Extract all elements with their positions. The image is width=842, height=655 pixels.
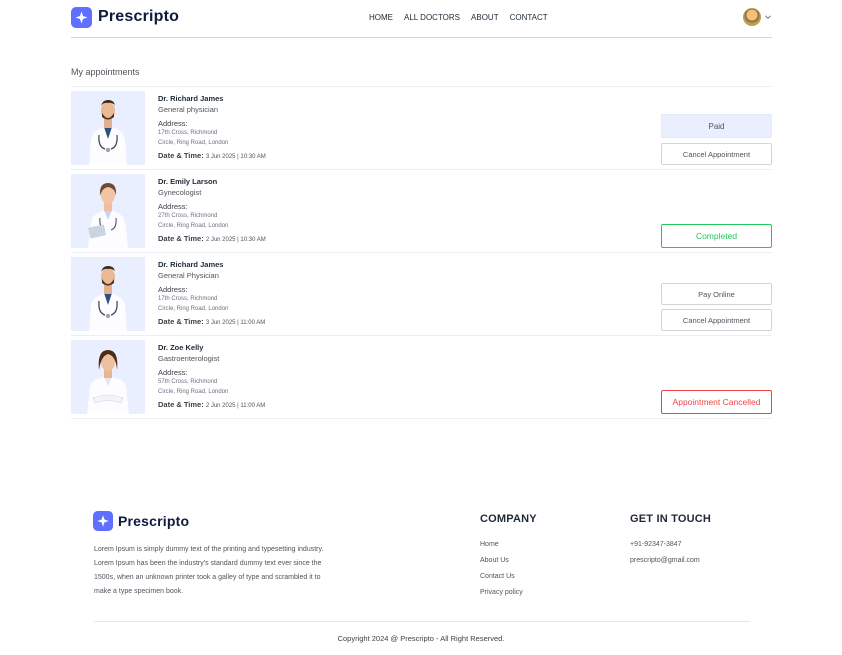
appointment-card: Dr. Richard James General physician Addr… [71, 87, 772, 170]
address-label: Address: [158, 119, 188, 128]
address-label: Address: [158, 202, 188, 211]
profile-menu[interactable] [743, 8, 772, 26]
date-time-value: 3 Jun 2025 | 10:30 AM [205, 154, 266, 160]
doctor-name: Dr. Richard James [158, 260, 224, 269]
nav-links: HOME ALL DOCTORS ABOUT CONTACT [369, 13, 548, 22]
footer-link-privacy[interactable]: Privacy policy [480, 585, 523, 601]
footer-phone: +91-92347-3847 [630, 541, 682, 548]
brand-logo[interactable]: Prescripto [71, 6, 179, 28]
footer-divider [94, 621, 750, 622]
brand-name: Prescripto [98, 8, 180, 25]
appointment-info: Dr. Richard James General Physician Addr… [158, 260, 358, 328]
footer-description: Lorem Ipsum is simply dummy text of the … [94, 546, 324, 595]
address-line: 17th Cross, Richmond [158, 296, 218, 302]
date-time: Date & Time: 2 Jun 2025 | 11:00 AM [158, 400, 358, 411]
date-time-label: Date & Time: [158, 234, 204, 243]
date-time-label: Date & Time: [158, 317, 204, 326]
date-time-label: Date & Time: [158, 400, 204, 409]
address-line: 27th Cross, Richmond [158, 213, 218, 219]
doctor-speciality: General Physician [158, 271, 219, 280]
doctor-speciality: General physician [158, 105, 219, 114]
footer-company-heading: COMPANY [480, 513, 537, 525]
footer-contact-heading: GET IN TOUCH [630, 513, 712, 525]
appointment-info: Dr. Zoe Kelly Gastroenterologist Address… [158, 343, 358, 411]
nav-contact[interactable]: CONTACT [510, 13, 548, 22]
nav-about[interactable]: ABOUT [471, 13, 499, 22]
address-line: Circle, Ring Road, London [158, 139, 229, 146]
page-title: My appointments [71, 67, 140, 77]
footer-logo[interactable]: Prescripto [93, 510, 189, 531]
footer-link-contact[interactable]: Contact Us [480, 569, 523, 585]
address-line: 57th Cross, Richmond [158, 379, 218, 385]
doctor-photo [71, 174, 145, 248]
copyright: Copyright 2024 @ Prescripto - All Right … [337, 634, 505, 643]
nav-home[interactable]: HOME [369, 13, 393, 22]
logo-icon [93, 510, 114, 531]
pay-online-button[interactable]: Pay Online [661, 283, 772, 305]
doctor-speciality: Gynecologist [158, 188, 202, 197]
footer-link-home[interactable]: Home [480, 537, 523, 553]
doctor-name: Dr. Richard James [158, 94, 224, 103]
doctor-photo [71, 257, 145, 331]
cancel-appointment-button[interactable]: Cancel Appointment [661, 143, 772, 165]
logo-icon [71, 7, 92, 28]
footer-company-links: Home About Us Contact Us Privacy policy [480, 537, 523, 601]
date-time: Date & Time: 3 Jun 2025 | 10:30 AM [158, 151, 358, 162]
address-label: Address: [158, 285, 188, 294]
navbar: Prescripto HOME ALL DOCTORS ABOUT CONTAC… [71, 5, 772, 38]
nav-all-doctors[interactable]: ALL DOCTORS [404, 13, 460, 22]
doctor-speciality: Gastroenterologist [158, 354, 220, 363]
doctor-photo [71, 340, 145, 414]
date-time-value: 3 Jun 2025 | 11:00 AM [205, 320, 266, 326]
chevron-down-icon[interactable] [764, 13, 772, 21]
cancel-appointment-button[interactable]: Cancel Appointment [661, 309, 772, 331]
footer-email[interactable]: prescripto@gmail.com [630, 553, 700, 569]
appointment-card: Dr. Zoe Kelly Gastroenterologist Address… [71, 336, 772, 419]
date-time-value: 2 Jun 2025 | 11:00 AM [205, 403, 266, 409]
date-time-value: 2 Jun 2025 | 10:30 AM [205, 237, 266, 243]
date-time: Date & Time: 3 Jun 2025 | 11:00 AM [158, 317, 358, 328]
doctor-photo [71, 91, 145, 165]
footer-link-about[interactable]: About Us [480, 553, 523, 569]
completed-status-button[interactable]: Completed [661, 224, 772, 248]
appointment-info: Dr. Richard James General physician Addr… [158, 94, 358, 162]
appointment-card: Dr. Richard James General Physician Addr… [71, 253, 772, 336]
date-time-label: Date & Time: [158, 151, 204, 160]
address-line: Circle, Ring Road, London [158, 388, 229, 395]
address-line: Circle, Ring Road, London [158, 305, 229, 312]
doctor-name: Dr. Emily Larson [158, 177, 218, 186]
date-time: Date & Time: 2 Jun 2025 | 10:30 AM [158, 234, 358, 245]
doctor-name: Dr. Zoe Kelly [158, 343, 204, 352]
paid-button[interactable]: Paid [661, 114, 772, 138]
avatar[interactable] [743, 8, 761, 26]
address-line: Circle, Ring Road, London [158, 222, 229, 229]
appointment-card: Dr. Emily Larson Gynecologist Address: 2… [71, 170, 772, 253]
footer-brand-name: Prescripto [118, 512, 190, 529]
appointment-info: Dr. Emily Larson Gynecologist Address: 2… [158, 177, 358, 245]
appointment-cancelled-status-button[interactable]: Appointment Cancelled [661, 390, 772, 414]
footer-contact-list: +91-92347-3847 prescripto@gmail.com [630, 537, 700, 569]
address-label: Address: [158, 368, 188, 377]
address-line: 17th Cross, Richmond [158, 130, 218, 136]
